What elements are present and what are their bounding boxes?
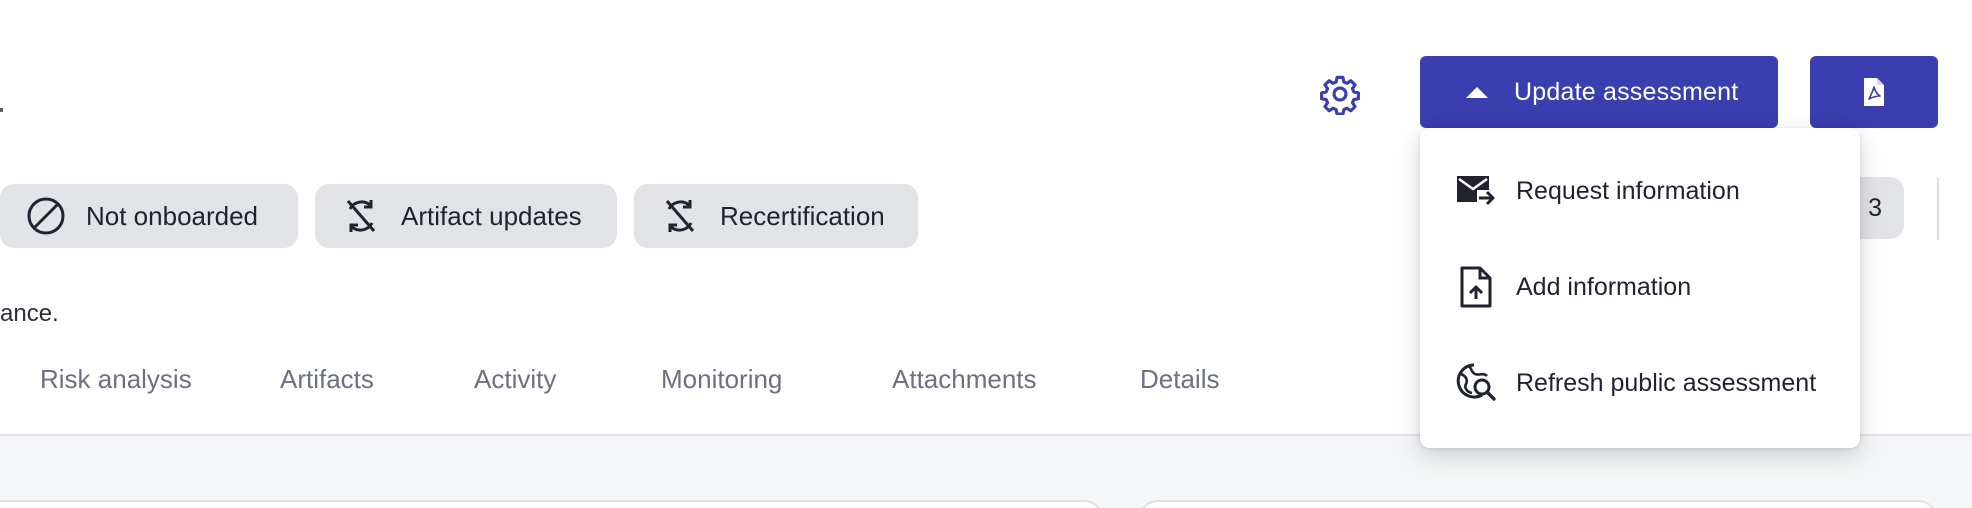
tab-artifacts[interactable]: Artifacts xyxy=(280,364,374,395)
menu-item-label: Refresh public assessment xyxy=(1516,368,1817,397)
card xyxy=(1138,500,1938,508)
file-upload-icon xyxy=(1454,265,1498,309)
menu-item-label: Add information xyxy=(1516,272,1692,301)
menu-item-request-information[interactable]: Request information xyxy=(1420,156,1860,226)
menu-item-refresh-public-assessment[interactable]: Refresh public assessment xyxy=(1420,348,1860,418)
tab-activity[interactable]: Activity xyxy=(474,364,556,395)
mail-send-icon xyxy=(1454,169,1498,213)
menu-item-label: Request information xyxy=(1516,176,1740,205)
globe-search-icon xyxy=(1454,361,1498,405)
caret-up-icon xyxy=(1466,86,1488,98)
menu-item-add-information[interactable]: Add information xyxy=(1420,252,1860,322)
chip-recertification[interactable]: Recertification xyxy=(634,184,918,248)
truncated-mark xyxy=(0,108,3,112)
chip-label: Artifact updates xyxy=(401,200,582,231)
sync-disabled-icon xyxy=(341,196,381,236)
not-allowed-icon xyxy=(26,196,66,236)
tab-details[interactable]: Details xyxy=(1140,364,1219,395)
settings-button[interactable] xyxy=(1318,72,1362,116)
pdf-icon xyxy=(1864,78,1884,106)
chip-not-onboarded[interactable]: Not onboarded xyxy=(0,184,298,248)
chip-label: Not onboarded xyxy=(86,200,259,231)
tab-monitoring[interactable]: Monitoring xyxy=(661,364,782,395)
count-pill-text: 3 xyxy=(1868,193,1882,222)
sync-disabled-icon xyxy=(660,196,700,236)
update-assessment-label: Update assessment xyxy=(1514,77,1739,106)
gear-icon xyxy=(1320,75,1360,115)
tab-risk-analysis[interactable]: Risk analysis xyxy=(40,364,192,395)
divider xyxy=(1937,178,1939,240)
chip-artifact-updates[interactable]: Artifact updates xyxy=(315,184,617,248)
tab-attachments[interactable]: Attachments xyxy=(892,364,1037,395)
chip-label: Recertification xyxy=(720,200,885,231)
export-pdf-button[interactable] xyxy=(1810,56,1938,128)
description-text: ance. xyxy=(0,300,59,327)
assessment-page: Update assessment Not onboarded Artifact… xyxy=(0,0,1972,508)
update-assessment-button[interactable]: Update assessment xyxy=(1420,56,1778,128)
update-assessment-menu: Request information Add information Refr… xyxy=(1420,128,1860,448)
card xyxy=(0,500,1104,508)
